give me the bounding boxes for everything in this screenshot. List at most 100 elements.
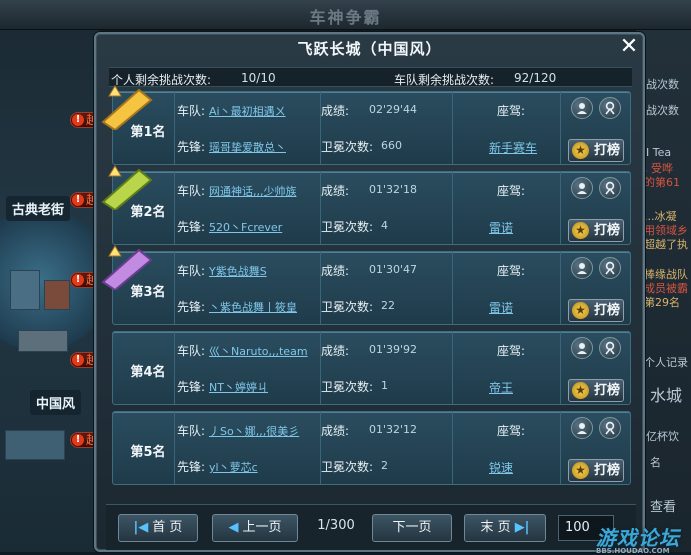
chat-text[interactable]: 查看 [650,496,676,515]
driver-column: 座驾: 新手赛车 [453,92,561,164]
defense-label: 卫冕次数: [321,300,374,314]
challenge-button[interactable]: ★ 打榜 [568,379,624,402]
page-indicator: 1/300 [317,518,355,533]
top-bar: 车神争霸 [0,0,691,30]
map-building [10,270,40,310]
star-icon: ★ [572,382,589,399]
defense-count: 22 [381,299,395,312]
chat-text: 超越了执 [644,238,688,251]
warning-icon: ! [72,434,84,446]
prev-page-button[interactable]: ◀ 上一页 [212,514,298,542]
chat-text: 个人记录 [644,356,688,369]
view-profile-icon[interactable] [571,177,593,199]
map-label[interactable]: 中国风 [30,390,82,415]
score-value: 01'30'47 [369,263,418,276]
rank-cell: 第4名 [113,332,175,404]
score-column: 成绩: 01'32'18 卫冕次数: 4 [321,172,453,244]
defense-label: 卫冕次数: [321,380,374,394]
prev-page-icon: ◀ [228,520,239,535]
score-value: 01'39'92 [369,343,418,356]
view-profile-icon[interactable] [571,337,593,359]
team-column: 车队: 网通神话,,,少帅族先锋: 520丶Fcrever [175,172,321,244]
defense-label: 卫冕次数: [321,220,374,234]
challenge-button[interactable]: ★ 打榜 [568,299,624,322]
score-label: 成绩: [321,184,350,198]
driver-label: 座驾: [497,104,526,118]
challenge-summary: 个人剩余挑战次数: 10/10 车队剩余挑战次数: 92/120 [109,67,632,87]
driver-label: 座驾: [497,424,526,438]
last-page-icon: ▶| [514,520,530,535]
ranking-row: 第5名 车队: 丿So丶娜,,,很美彡 先锋: yl丶萝芯c 成绩: 01'32'12 卫冕次… [112,411,631,485]
team-label: 车队: [177,184,206,198]
team-label: 车队: [177,264,206,278]
map-building [5,430,65,460]
score-column: 成绩: 02'29'44 卫冕次数: 660 [321,92,453,164]
team-label: 车队: [177,424,206,438]
team-name-link[interactable]: 巛丶Naruto,,,team [209,343,308,359]
last-page-button[interactable]: 末 页 ▶| [464,514,546,542]
vanguard-label: 先锋: [177,140,206,154]
view-profile-icon[interactable] [571,417,593,439]
rank-cell: 第1名 [101,85,175,164]
pagination-bar: |◀ 首 页 ◀ 上一页 1/300 下一页 末 页 ▶| 100 [106,504,636,550]
driver-label: 座驾: [497,184,526,198]
team-column: 车队: Y紫色战舞S 先锋: 丶紫色战舞丨筱皇 [175,252,321,324]
challenge-button[interactable]: ★ 打榜 [568,219,624,242]
view-driver-icon[interactable] [599,337,621,359]
ranking-row: 第2名 车队: 网通神话,,,少帅族 先锋: 520丶Fcrever 成绩: 01'32'1… [101,165,631,245]
rank-label: 第2名 [130,205,166,220]
vanguard-label: 先锋: [177,220,206,234]
ranking-dialog: 飞跃长城（中国风） ✕ 个人剩余挑战次数: 10/10 车队剩余挑战次数: 92… [94,32,645,552]
score-column: 成绩: 01'39'92 卫冕次数: 1 [321,332,453,404]
chat-text: 战次数 [646,104,679,117]
vanguard-name-link[interactable]: 丶紫色战舞丨筱皇 [209,299,297,315]
team-column: 车队: Ai丶最初相遇ㄨ先锋: 瑶哥挚爱散总丶 [175,92,321,164]
warning-icon: ! [72,114,84,126]
view-driver-icon[interactable] [599,257,621,279]
driver-label: 座驾: [497,264,526,278]
challenge-button[interactable]: ★ 打榜 [568,139,624,162]
map-building [18,330,68,352]
next-page-button[interactable]: 下一页 [372,514,452,542]
defense-count: 4 [381,219,388,232]
chat-text: 水城 [650,386,683,405]
team-name-link[interactable]: Y紫色战舞S [209,263,267,279]
vanguard-name-link[interactable]: NT丶婷婷ㄐ [209,379,268,395]
vanguard-name-link[interactable]: 520丶Fcrever [209,219,282,235]
ranking-row: 第1名 车队: Ai丶最初相遇ㄨ 先锋: 瑶哥挚爱散总丶 成绩: 02'29'44 卫冕次数:… [101,85,631,165]
vanguard-label: 先锋: [177,300,206,314]
star-icon: ★ [572,462,589,479]
driver-column: 座驾: 锐速 [453,412,561,484]
score-column: 成绩: 01'32'12 卫冕次数: 2 [321,412,453,484]
score-value: 02'29'44 [369,103,418,116]
view-driver-icon[interactable] [599,97,621,119]
challenge-button[interactable]: ★ 打榜 [568,459,624,482]
chat-text: 战次数 [646,78,679,91]
kart-name-link[interactable]: 帝王 [489,379,513,396]
map-label[interactable]: 古典老街 [6,196,71,221]
kart-name-link[interactable]: 雷诺 [489,299,513,316]
ranking-row: 第4名 车队: 巛丶Naruto,,,team 先锋: NT丶婷婷ㄐ 成绩: 01'39'9… [112,331,631,405]
view-profile-icon[interactable] [571,97,593,119]
chat-text: I Tea [646,146,672,159]
kart-name-link[interactable]: 锐速 [489,459,513,476]
view-driver-icon[interactable] [599,177,621,199]
warning-icon: ! [72,354,84,366]
team-name-link[interactable]: 网通神话,,,少帅族 [209,183,297,199]
team-label: 车队: [177,104,206,118]
first-page-button[interactable]: |◀ 首 页 [118,514,198,542]
vanguard-name-link[interactable]: yl丶萝芯c [209,459,258,475]
score-label: 成绩: [321,104,350,118]
kart-name-link[interactable]: 雷诺 [489,219,513,236]
close-icon[interactable]: ✕ [618,36,640,58]
rank-cell: 第5名 [113,412,175,484]
vanguard-name-link[interactable]: 瑶哥挚爱散总丶 [209,139,286,155]
view-profile-icon[interactable] [571,257,593,279]
team-name-link[interactable]: 丿So丶娜,,,很美彡 [209,423,299,439]
score-label: 成绩: [321,424,350,438]
view-driver-icon[interactable] [599,417,621,439]
kart-name-link[interactable]: 新手赛车 [489,139,537,156]
warning-icon: ! [72,194,84,206]
team-name-link[interactable]: Ai丶最初相遇ㄨ [209,103,286,119]
team-label: 车队: [177,344,206,358]
